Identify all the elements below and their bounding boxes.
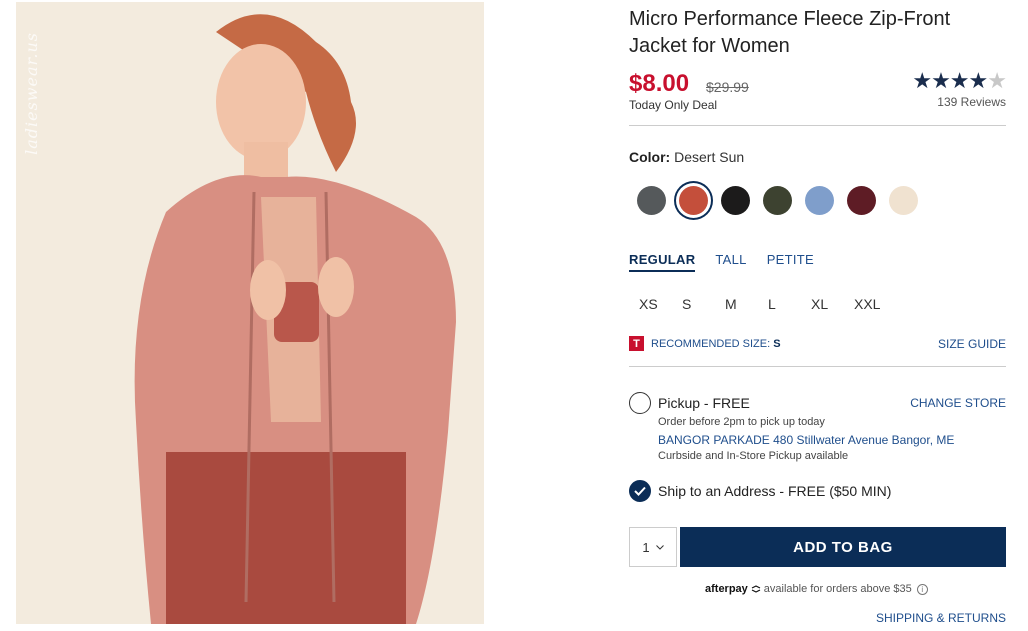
chevron-down-icon xyxy=(655,544,664,550)
color-swatch[interactable] xyxy=(721,186,750,215)
color-swatch[interactable] xyxy=(805,186,834,215)
quantity-select[interactable]: 1 xyxy=(629,527,677,567)
product-photo-illustration xyxy=(16,2,484,624)
size-l[interactable]: L xyxy=(768,296,811,312)
size-m[interactable]: M xyxy=(725,296,768,312)
ship-to-address-label: Ship to an Address - FREE ($50 MIN) xyxy=(658,483,892,499)
checkmark-icon xyxy=(634,486,646,496)
color-swatch[interactable] xyxy=(763,186,792,215)
color-swatch[interactable] xyxy=(847,186,876,215)
recommended-size: T RECOMMENDED SIZE: S xyxy=(629,336,781,351)
product-title: Micro Performance Fleece Zip-Front Jacke… xyxy=(629,8,951,57)
store-address-link[interactable]: BANGOR PARKADE 480 Stillwater Avenue Ban… xyxy=(658,433,954,447)
pickup-availability: Curbside and In-Store Pickup available xyxy=(658,450,849,462)
pickup-label: Pickup - FREE xyxy=(658,395,750,411)
selected-color-name: Desert Sun xyxy=(674,149,745,165)
divider xyxy=(629,125,1006,126)
change-store-link[interactable]: CHANGE STORE xyxy=(910,396,1006,410)
star-icon: ★ xyxy=(968,68,989,93)
afterpay-text: available for orders above $35 xyxy=(763,583,912,595)
image-watermark: ladieswear.us xyxy=(22,32,41,155)
size-xs[interactable]: XS xyxy=(639,296,682,312)
shipping-returns-link[interactable]: SHIPPING & RETURNS xyxy=(876,611,1006,625)
size-guide-link[interactable]: SIZE GUIDE xyxy=(938,337,1006,351)
sale-price: $8.00 xyxy=(629,70,690,97)
tab-tall[interactable]: TALL xyxy=(715,252,746,272)
fit-tabs: REGULAR TALL PETITE xyxy=(629,252,814,272)
star-icon: ★ xyxy=(912,68,932,93)
color-swatch-selected[interactable] xyxy=(679,186,708,215)
add-to-bag-button[interactable]: ADD TO BAG xyxy=(680,527,1006,567)
afterpay-arrows-icon xyxy=(751,585,761,593)
info-icon[interactable]: i xyxy=(916,583,928,595)
color-swatch[interactable] xyxy=(637,186,666,215)
product-info-panel: Micro Performance Fleece Zip-Front Jacke… xyxy=(629,0,1007,631)
rating-stars[interactable]: ★★★★★ xyxy=(912,68,1007,94)
quantity-value: 1 xyxy=(642,539,650,555)
tab-regular[interactable]: REGULAR xyxy=(629,252,696,272)
star-empty-icon: ★ xyxy=(987,68,1007,93)
deal-label: Today Only Deal xyxy=(629,98,718,112)
afterpay-info: afterpay available for orders above $35 … xyxy=(705,583,928,595)
product-image[interactable]: ladieswear.us xyxy=(16,2,484,624)
color-selection: Color: Desert Sun xyxy=(629,149,744,165)
original-price: $29.99 xyxy=(706,79,749,95)
size-xl[interactable]: XL xyxy=(811,296,854,312)
color-label: Color: xyxy=(629,149,671,165)
size-xxl[interactable]: XXL xyxy=(854,296,897,312)
divider xyxy=(629,366,1006,367)
tab-petite[interactable]: PETITE xyxy=(767,252,814,272)
ship-radio-checked[interactable] xyxy=(629,480,651,502)
color-swatches xyxy=(637,186,918,215)
size-s[interactable]: S xyxy=(682,296,725,312)
size-options: XS S M L XL XXL xyxy=(639,296,897,312)
star-icon: ★ xyxy=(949,68,970,93)
reviews-link[interactable]: 139 Reviews xyxy=(937,95,1006,109)
color-swatch[interactable] xyxy=(889,186,918,215)
recommended-size-label: RECOMMENDED SIZE: xyxy=(651,337,771,350)
recommended-size-value: S xyxy=(773,337,781,350)
afterpay-logo: afterpay xyxy=(705,583,748,595)
true-fit-badge-icon: T xyxy=(629,336,644,351)
pickup-note: Order before 2pm to pick up today xyxy=(658,416,825,428)
pickup-radio[interactable] xyxy=(629,392,651,414)
star-icon: ★ xyxy=(931,68,951,93)
